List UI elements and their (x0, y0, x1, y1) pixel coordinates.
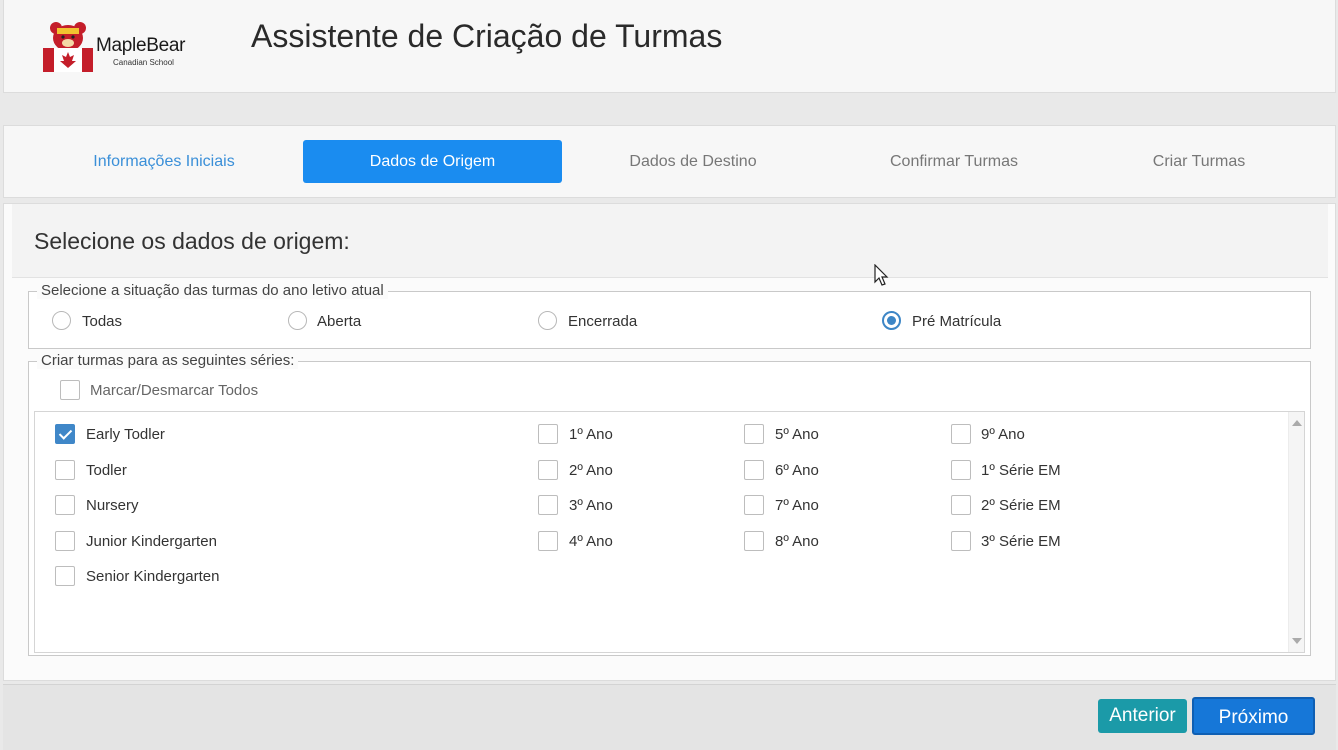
series-label[interactable]: 7º Ano (775, 497, 819, 514)
wizard-steps: Informações Iniciais Dados de Origem Dad… (3, 125, 1336, 198)
checkbox-3-serie-em[interactable] (951, 531, 971, 551)
checkbox-early-todler[interactable] (55, 424, 75, 444)
checkbox-senior-kindergarten[interactable] (55, 566, 75, 586)
step-informacoes-iniciais[interactable]: Informações Iniciais (64, 140, 264, 183)
checkbox-1-ano[interactable] (538, 424, 558, 444)
checkbox-9-ano[interactable] (951, 424, 971, 444)
panel-header: Selecione os dados de origem: (12, 204, 1328, 278)
checkbox-6-ano[interactable] (744, 460, 764, 480)
series-label[interactable]: 6º Ano (775, 462, 819, 479)
bear-mascot-icon (43, 22, 93, 72)
checkbox-8-ano[interactable] (744, 531, 764, 551)
radio-label-encerrada[interactable]: Encerrada (568, 313, 637, 330)
series-label[interactable]: 3º Ano (569, 497, 613, 514)
radio-label-todas[interactable]: Todas (82, 313, 122, 330)
checkbox-junior-kindergarten[interactable] (55, 531, 75, 551)
series-label[interactable]: 2º Série EM (981, 497, 1061, 514)
mouse-cursor-icon (874, 264, 889, 286)
situation-radio-group: Selecione a situação das turmas do ano l… (28, 283, 1311, 349)
step-dados-de-destino[interactable]: Dados de Destino (593, 140, 793, 183)
radio-pre-matricula[interactable] (882, 311, 901, 330)
step-confirmar-turmas[interactable]: Confirmar Turmas (854, 140, 1054, 183)
series-label[interactable]: 8º Ano (775, 533, 819, 550)
series-label[interactable]: Early Todler (86, 426, 165, 443)
series-list: Early Todler Todler Nursery Junior Kinde… (34, 411, 1305, 653)
series-list-scrollbar[interactable] (1288, 412, 1304, 652)
maplebear-logo: MapleBear Canadian School (40, 18, 210, 76)
checkbox-2-ano[interactable] (538, 460, 558, 480)
toggle-all-checkbox[interactable] (60, 380, 80, 400)
radio-encerrada[interactable] (538, 311, 557, 330)
app-header: MapleBear Canadian School Assistente de … (3, 0, 1336, 93)
radio-label-aberta[interactable]: Aberta (317, 313, 361, 330)
panel-title: Selecione os dados de origem: (34, 228, 350, 254)
checkbox-1-serie-em[interactable] (951, 460, 971, 480)
scroll-down-arrow-icon[interactable] (1292, 638, 1302, 644)
radio-aberta[interactable] (288, 311, 307, 330)
series-label[interactable]: Senior Kindergarten (86, 568, 219, 585)
checkbox-5-ano[interactable] (744, 424, 764, 444)
series-label[interactable]: 9º Ano (981, 426, 1025, 443)
checkbox-todler[interactable] (55, 460, 75, 480)
logo-text: MapleBear (96, 35, 186, 56)
toggle-all-label[interactable]: Marcar/Desmarcar Todos (90, 382, 258, 399)
radio-label-pre-matricula[interactable]: Pré Matrícula (912, 313, 1001, 330)
page-title: Assistente de Criação de Turmas (251, 18, 723, 54)
scroll-up-arrow-icon[interactable] (1292, 420, 1302, 426)
radio-todas[interactable] (52, 311, 71, 330)
checkbox-2-serie-em[interactable] (951, 495, 971, 515)
step-dados-de-origem[interactable]: Dados de Origem (303, 140, 562, 183)
situation-legend: Selecione a situação das turmas do ano l… (37, 283, 388, 299)
source-data-panel: Selecione os dados de origem: Selecione … (3, 203, 1336, 681)
checkbox-4-ano[interactable] (538, 531, 558, 551)
series-label[interactable]: 2º Ano (569, 462, 613, 479)
series-checkbox-group: Criar turmas para as seguintes séries: M… (28, 353, 1311, 656)
series-label[interactable]: 3º Série EM (981, 533, 1061, 550)
wizard-footer: Anterior Próximo (3, 684, 1336, 750)
series-label[interactable]: 1º Ano (569, 426, 613, 443)
series-label[interactable]: Todler (86, 462, 127, 479)
checkbox-7-ano[interactable] (744, 495, 764, 515)
previous-button[interactable]: Anterior (1098, 699, 1187, 733)
series-label[interactable]: Nursery (86, 497, 139, 514)
checkbox-3-ano[interactable] (538, 495, 558, 515)
next-button[interactable]: Próximo (1192, 697, 1315, 735)
series-label[interactable]: 1º Série EM (981, 462, 1061, 479)
checkbox-nursery[interactable] (55, 495, 75, 515)
series-legend: Criar turmas para as seguintes séries: (37, 353, 299, 369)
step-criar-turmas[interactable]: Criar Turmas (1099, 140, 1299, 183)
series-label[interactable]: 5º Ano (775, 426, 819, 443)
series-label[interactable]: 4º Ano (569, 533, 613, 550)
logo-subtext: Canadian School (113, 58, 174, 67)
series-label[interactable]: Junior Kindergarten (86, 533, 217, 550)
